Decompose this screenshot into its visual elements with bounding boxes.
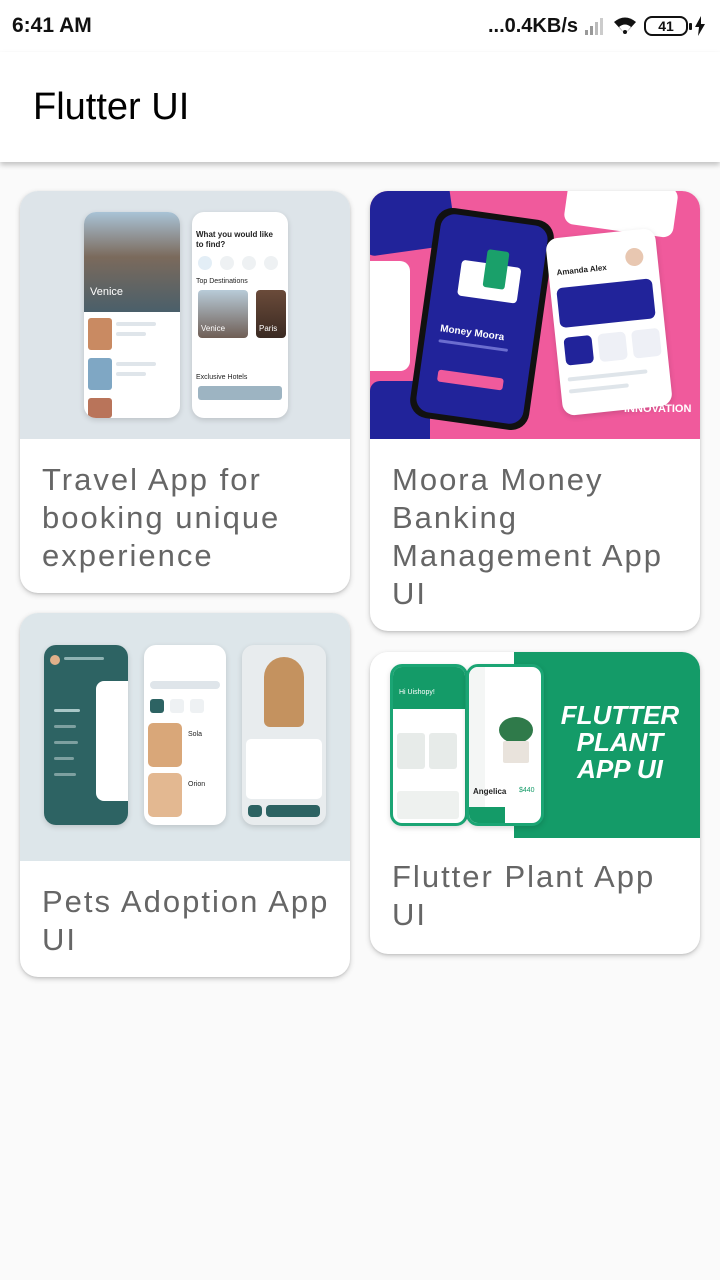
status-bar: 6:41 AM ...0.4KB/s 41: [0, 0, 720, 52]
network-speed: ...0.4KB/s: [487, 14, 578, 37]
battery-level: 41: [658, 18, 674, 34]
travel-phone-left: Venice: [84, 212, 180, 418]
pets-adoption-card[interactable]: Sola Orion Pets Adoption App UI: [20, 613, 350, 977]
pets-list-phone: Sola Orion: [144, 645, 226, 825]
app-bar: Flutter UI: [0, 52, 720, 162]
charging-icon: [695, 16, 705, 36]
travel-dest1: Venice: [201, 324, 226, 333]
travel-app-title: Travel App for booking unique experience: [42, 462, 281, 573]
page-title: Flutter UI: [33, 85, 190, 128]
travel-phone-right: What you would like to find? Top Destina…: [192, 212, 288, 418]
moora-money-title: Moora Money Banking Management App UI: [392, 462, 664, 611]
flutter-plant-thumbnail: FLUTTER PLANT APP UI Hi Uishopy! Angelic…: [370, 652, 700, 838]
plant-banner-line3: APP UI: [577, 754, 663, 784]
battery-icon: 41: [644, 16, 692, 36]
plant-greeting: Hi Uishopy!: [399, 689, 435, 696]
travel-dest2: Paris: [259, 324, 278, 333]
plant-banner: FLUTTER PLANT APP UI: [550, 702, 690, 783]
travel-hero-city: Venice: [90, 286, 124, 298]
plant-banner-line2: PLANT: [576, 727, 664, 757]
moora-logo: INNOVATION: [624, 403, 692, 415]
pets-name-2: Orion: [188, 781, 206, 788]
travel-app-card[interactable]: Venice What you would like to find? Top …: [20, 191, 350, 593]
moora-money-thumbnail: Money Moora Amanda Alex INNOVATION: [370, 191, 700, 439]
plant-price: $440: [519, 787, 535, 794]
travel-section: Top Destinations: [196, 278, 248, 285]
plant-phone-home: Hi Uishopy!: [390, 664, 468, 826]
pets-adoption-title: Pets Adoption App UI: [42, 884, 330, 957]
status-indicators: ...0.4KB/s 41: [488, 15, 706, 38]
moora-money-card[interactable]: Money Moora Amanda Alex INNOVATION Moora…: [370, 191, 700, 631]
pets-name: Sola: [188, 731, 203, 738]
moora-name: Amanda Alex: [556, 262, 608, 278]
pets-detail-phone: [242, 645, 326, 825]
travel-app-thumbnail: Venice What you would like to find? Top …: [20, 191, 350, 439]
travel-section2: Exclusive Hotels: [196, 374, 248, 381]
flutter-plant-card[interactable]: FLUTTER PLANT APP UI Hi Uishopy! Angelic…: [370, 652, 700, 954]
wifi-icon: [614, 17, 636, 34]
plant-name: Angelica: [473, 787, 507, 796]
moora-profile-card: Amanda Alex: [544, 227, 674, 417]
flutter-plant-title: Flutter Plant App UI: [392, 859, 656, 932]
plant-phone-detail: Angelica $440: [466, 664, 544, 826]
plant-banner-line1: FLUTTER: [560, 700, 680, 730]
signal-icon: [585, 18, 603, 35]
travel-heading: What you would like to find?: [196, 230, 273, 249]
pets-adoption-thumbnail: Sola Orion: [20, 613, 350, 861]
pets-menu-phone: [44, 645, 128, 825]
status-time: 6:41 AM: [12, 14, 92, 37]
